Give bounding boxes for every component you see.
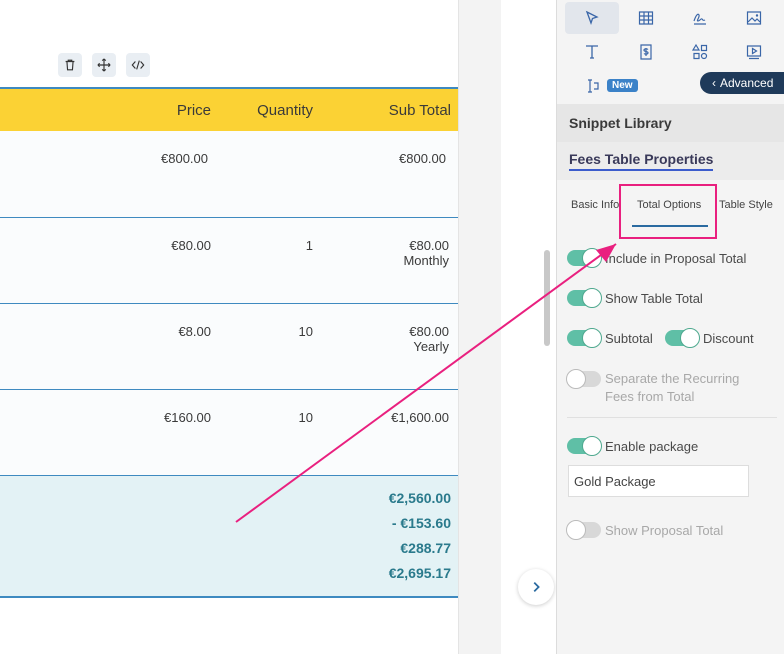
option-label: Show Table Total bbox=[605, 290, 703, 306]
include-proposal-total-toggle[interactable]: Include in Proposal Total bbox=[567, 248, 747, 268]
divider bbox=[567, 417, 777, 418]
advanced-button[interactable]: ‹ Advanced bbox=[700, 72, 784, 94]
package-name-input[interactable]: Gold Package bbox=[568, 465, 749, 497]
toggle-switch[interactable] bbox=[567, 288, 602, 308]
chevron-left-icon: ‹ bbox=[712, 76, 716, 90]
subtotal-toggle[interactable]: Subtotal bbox=[567, 328, 653, 348]
toggle-switch[interactable] bbox=[567, 436, 602, 456]
text-cursor-icon bbox=[588, 79, 599, 93]
row-price: €8.00 bbox=[178, 324, 211, 339]
toggle-switch[interactable] bbox=[566, 369, 601, 389]
option-label: Separate the Recurring Fees from Total bbox=[605, 370, 739, 406]
option-label: Discount bbox=[703, 330, 754, 346]
option-label: Enable package bbox=[605, 438, 699, 454]
editor-root: Price Quantity Sub Total €800.00 €800.00… bbox=[0, 0, 784, 654]
pointer-tool[interactable] bbox=[565, 2, 619, 34]
shapes-icon bbox=[691, 43, 708, 60]
show-table-total-toggle[interactable]: Show Table Total bbox=[567, 288, 703, 308]
table-row[interactable]: €80.00 1 €80.00 Monthly bbox=[0, 218, 461, 304]
fee-doc-icon bbox=[640, 44, 652, 60]
row-subtotal: €800.00 bbox=[399, 151, 446, 166]
row-price: €160.00 bbox=[164, 410, 211, 425]
row-quantity: 10 bbox=[298, 324, 313, 339]
row-subtotal: €80.00 Yearly bbox=[409, 324, 449, 354]
collapse-panel-button[interactable] bbox=[518, 569, 554, 605]
row-subtotal-value: €80.00 bbox=[409, 238, 449, 253]
row-subtotal-value: €80.00 bbox=[409, 324, 449, 339]
option-label: Include in Proposal Total bbox=[605, 250, 747, 266]
advanced-label: Advanced bbox=[720, 76, 774, 90]
tab-table-style[interactable]: Table Style bbox=[719, 199, 773, 211]
enable-package-toggle[interactable]: Enable package bbox=[567, 436, 699, 456]
total-tax: €288.77 bbox=[400, 540, 451, 556]
new-badge: New bbox=[607, 79, 638, 92]
tab-total-options[interactable]: Total Options bbox=[637, 199, 701, 211]
fee-table-tool[interactable] bbox=[619, 36, 673, 68]
option-label-line2: Fees from Total bbox=[605, 389, 695, 404]
text-tool[interactable] bbox=[565, 36, 619, 68]
table-tool[interactable] bbox=[619, 2, 673, 34]
total-grand: €2,695.17 bbox=[388, 565, 451, 581]
total-discount: - €153.60 bbox=[391, 515, 451, 531]
pointer-icon bbox=[585, 10, 599, 25]
video-tool[interactable] bbox=[727, 36, 781, 68]
properties-panel: New ‹ Advanced Snippet Library Fees Tabl… bbox=[556, 0, 784, 654]
tab-basic-info[interactable]: Basic Info bbox=[571, 199, 619, 211]
table-row[interactable]: €800.00 €800.00 bbox=[0, 131, 461, 218]
code-icon bbox=[131, 60, 145, 70]
row-price: €80.00 bbox=[171, 238, 211, 253]
signature-tool[interactable] bbox=[673, 2, 727, 34]
option-label: Subtotal bbox=[605, 330, 653, 346]
properties-title: Fees Table Properties bbox=[569, 151, 714, 171]
snippet-library-header[interactable]: Snippet Library bbox=[557, 104, 784, 142]
row-subtotal: €1,600.00 bbox=[391, 410, 449, 425]
fees-table-properties-header: Fees Table Properties bbox=[557, 142, 784, 180]
table-row[interactable]: €8.00 10 €80.00 Yearly bbox=[0, 304, 461, 390]
separate-recurring-toggle[interactable]: Separate the Recurring Fees from Total bbox=[566, 369, 739, 406]
row-quantity: 10 bbox=[298, 410, 313, 425]
signature-icon bbox=[693, 13, 706, 25]
video-icon bbox=[746, 45, 762, 60]
image-tool[interactable] bbox=[727, 2, 781, 34]
text-icon bbox=[586, 45, 598, 59]
snippet-library-title: Snippet Library bbox=[569, 115, 672, 131]
total-subtotal: €2,560.00 bbox=[388, 490, 451, 506]
scrollbar[interactable] bbox=[544, 250, 550, 346]
document-canvas: Price Quantity Sub Total €800.00 €800.00… bbox=[0, 0, 463, 654]
canvas-gutter bbox=[458, 0, 501, 654]
trash-icon bbox=[65, 59, 75, 71]
row-frequency: Yearly bbox=[413, 339, 449, 354]
chevron-right-icon bbox=[533, 582, 540, 592]
toggle-switch[interactable] bbox=[566, 520, 601, 540]
row-quantity: 1 bbox=[305, 238, 313, 253]
block-toolbar bbox=[58, 53, 150, 77]
move-block-button[interactable] bbox=[92, 53, 116, 77]
active-tab-indicator bbox=[632, 225, 708, 227]
code-block-button[interactable] bbox=[126, 53, 150, 77]
delete-block-button[interactable] bbox=[58, 53, 82, 77]
properties-tabs: Basic Info Total Options Table Style bbox=[557, 185, 784, 229]
row-frequency: Monthly bbox=[403, 253, 449, 268]
fees-table[interactable]: Price Quantity Sub Total €800.00 €800.00… bbox=[0, 87, 463, 598]
move-icon bbox=[97, 58, 111, 72]
toggle-switch[interactable] bbox=[665, 328, 700, 348]
totals-block: €2,560.00 - €153.60 €288.77 €2,695.17 bbox=[0, 476, 461, 596]
option-label: Show Proposal Total bbox=[605, 522, 724, 538]
discount-toggle[interactable]: Discount bbox=[665, 328, 754, 348]
show-proposal-total-toggle[interactable]: Show Proposal Total bbox=[566, 520, 724, 540]
header-price: Price bbox=[176, 102, 211, 119]
toggle-switch[interactable] bbox=[567, 248, 602, 268]
row-price: €800.00 bbox=[161, 151, 208, 166]
header-subtotal: Sub Total bbox=[388, 102, 451, 119]
option-label-line1: Separate the Recurring bbox=[605, 371, 740, 386]
image-icon bbox=[746, 11, 762, 25]
toggle-switch[interactable] bbox=[567, 328, 602, 348]
table-header: Price Quantity Sub Total bbox=[0, 89, 461, 131]
table-row[interactable]: €160.00 10 €1,600.00 bbox=[0, 390, 461, 476]
shapes-tool[interactable] bbox=[673, 36, 727, 68]
row-subtotal: €80.00 Monthly bbox=[403, 238, 449, 268]
table-icon bbox=[638, 11, 654, 25]
header-quantity: Quantity bbox=[257, 102, 313, 119]
